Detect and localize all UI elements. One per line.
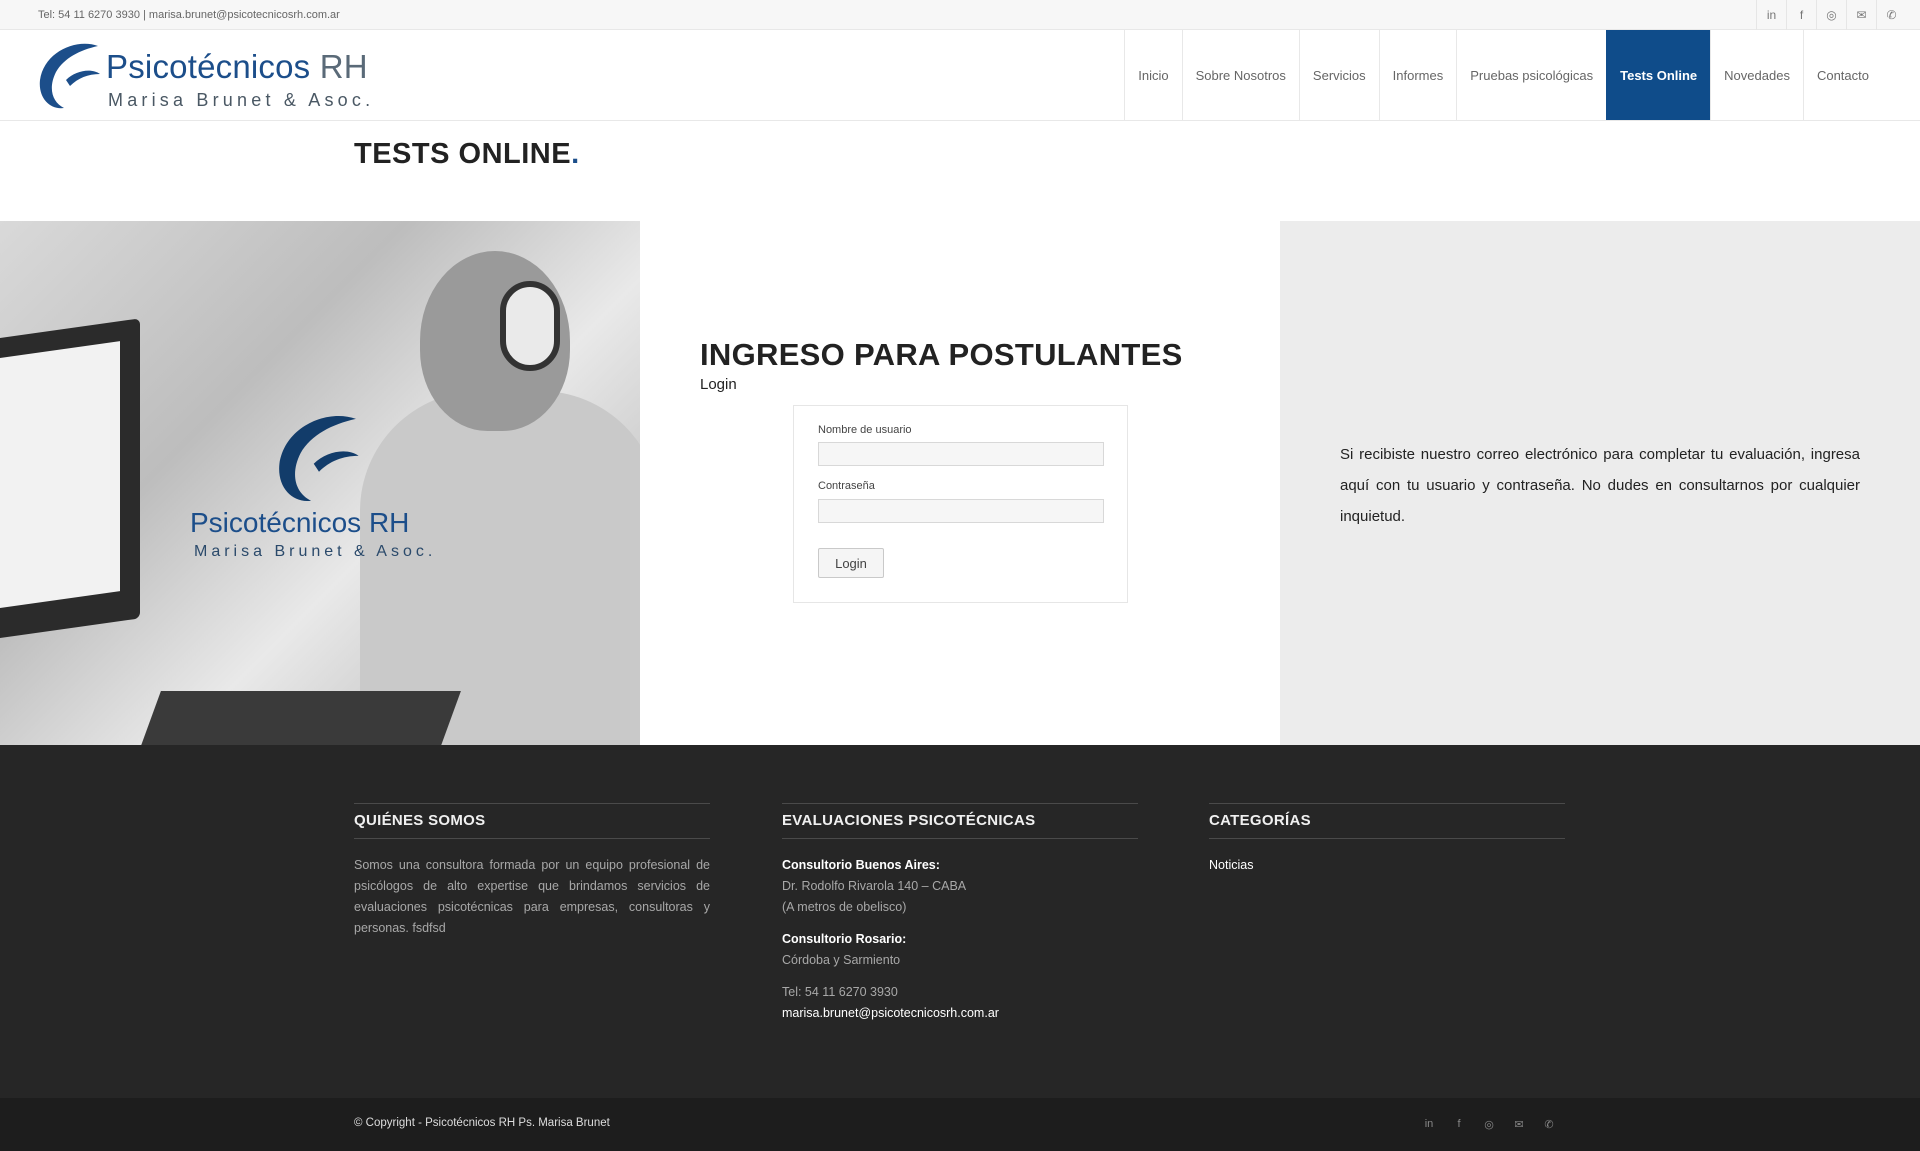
category-link-noticias[interactable]: Noticias <box>1209 855 1565 876</box>
hero-logo-title: Psicotécnicos RH <box>190 507 410 538</box>
site-footer: QUIÉNES SOMOS Somos una consultora forma… <box>0 745 1920 1098</box>
password-input[interactable] <box>818 499 1104 523</box>
login-form: Nombre de usuario Contraseña Login <box>793 405 1128 603</box>
footer-facebook-icon[interactable]: f <box>1444 1111 1474 1137</box>
hero-logo-subtitle: Marisa Brunet & Asoc. <box>194 543 437 560</box>
nav-item-contacto[interactable]: Contacto <box>1802 30 1882 120</box>
site-header: Psicotécnicos RH Marisa Brunet & Asoc. I… <box>0 30 1920 121</box>
footer-about-text: Somos una consultora formada por un equi… <box>354 858 710 935</box>
copyright-text: © Copyright - Psicotécnicos RH Ps. Maris… <box>354 1117 610 1129</box>
instagram-icon[interactable]: ◎ <box>1816 0 1846 30</box>
nav-item-pruebas-psicológicas[interactable]: Pruebas psicológicas <box>1456 30 1606 120</box>
nav-item-inicio[interactable]: Inicio <box>1124 30 1181 120</box>
office2-title: Consultorio Rosario: <box>782 932 907 946</box>
footer-socket: © Copyright - Psicotécnicos RH Ps. Maris… <box>0 1098 1920 1151</box>
page-title: TESTS ONLINE. <box>354 138 580 171</box>
site-logo[interactable]: Psicotécnicos RH Marisa Brunet & Asoc. <box>36 38 376 114</box>
facebook-icon[interactable]: f <box>1786 0 1816 30</box>
headphones-icon <box>500 281 560 371</box>
footer-social-links: in f ◎ ✉ ✆ <box>1414 1111 1564 1137</box>
hero-image: Psicotécnicos RH Marisa Brunet & Asoc. <box>0 221 640 745</box>
hero-logo-overlay: Psicotécnicos RH Marisa Brunet & Asoc. <box>190 411 460 561</box>
hero-monitor <box>0 318 140 644</box>
footer-about-heading: QUIÉNES SOMOS <box>354 803 710 839</box>
login-subheading: Login <box>700 376 737 393</box>
office1-address: Dr. Rodolfo Rivarola 140 – CABA <box>782 879 967 893</box>
linkedin-icon[interactable]: in <box>1756 0 1786 30</box>
top-social-links: in f ◎ ✉ ✆ <box>1756 0 1906 30</box>
footer-instagram-icon[interactable]: ◎ <box>1474 1111 1504 1137</box>
office1-title: Consultorio Buenos Aires: <box>782 858 940 872</box>
hero-logo-mark-icon <box>279 415 359 502</box>
logo-title-main: Psicotécnicos <box>106 48 311 85</box>
office2-address: Córdoba y Sarmiento <box>782 953 901 967</box>
nav-item-sobre-nosotros[interactable]: Sobre Nosotros <box>1181 30 1299 120</box>
username-input[interactable] <box>818 442 1104 466</box>
login-heading: INGRESO PARA POSTULANTES <box>700 337 1183 372</box>
password-label: Contraseña <box>818 480 875 492</box>
mail-icon[interactable]: ✉ <box>1846 0 1876 30</box>
nav-item-informes[interactable]: Informes <box>1378 30 1457 120</box>
info-section: Si recibiste nuestro correo electrónico … <box>1280 221 1920 745</box>
main-nav: Inicio Sobre Nosotros Servicios Informes Pru… <box>1124 30 1882 120</box>
nav-item-servicios[interactable]: Servicios <box>1298 30 1379 120</box>
top-bar: Tel: 54 11 6270 3930 | marisa.brunet@psi… <box>0 0 1920 30</box>
logo-title-suffix: RH <box>310 48 368 85</box>
top-contact-info: Tel: 54 11 6270 3930 | marisa.brunet@psi… <box>38 9 340 21</box>
nav-item-novedades[interactable]: Novedades <box>1710 30 1803 120</box>
footer-about: QUIÉNES SOMOS Somos una consultora forma… <box>354 803 710 939</box>
page-title-dot: . <box>571 138 580 170</box>
footer-categories: CATEGORÍAS Noticias <box>1209 803 1565 876</box>
footer-email-link[interactable]: marisa.brunet@psicotecnicosrh.com.ar <box>782 1003 1138 1024</box>
username-label: Nombre de usuario <box>818 424 912 436</box>
footer-mail-icon[interactable]: ✉ <box>1504 1111 1534 1137</box>
footer-evaluations: EVALUACIONES PSICOTÉCNICAS Consultorio B… <box>782 803 1138 1024</box>
login-button[interactable]: Login <box>818 548 884 578</box>
office1-note: (A metros de obelisco) <box>782 900 907 914</box>
footer-linkedin-icon[interactable]: in <box>1414 1111 1444 1137</box>
footer-phone: Tel: 54 11 6270 3930 <box>782 985 898 999</box>
info-text: Si recibiste nuestro correo electrónico … <box>1340 446 1860 525</box>
login-section: INGRESO PARA POSTULANTES Login Nombre de… <box>640 221 1280 745</box>
hero-keyboard <box>139 691 461 745</box>
page-title-text: TESTS ONLINE <box>354 138 572 170</box>
whatsapp-icon[interactable]: ✆ <box>1876 0 1906 30</box>
footer-whatsapp-icon[interactable]: ✆ <box>1534 1111 1564 1137</box>
logo-mark-icon <box>39 43 100 109</box>
logo-title: Psicotécnicos RH <box>106 48 368 86</box>
nav-item-tests-online[interactable]: Tests Online <box>1606 30 1711 120</box>
footer-categories-heading: CATEGORÍAS <box>1209 803 1565 839</box>
footer-evaluations-heading: EVALUACIONES PSICOTÉCNICAS <box>782 803 1138 839</box>
logo-subtitle: Marisa Brunet & Asoc. <box>108 90 375 110</box>
